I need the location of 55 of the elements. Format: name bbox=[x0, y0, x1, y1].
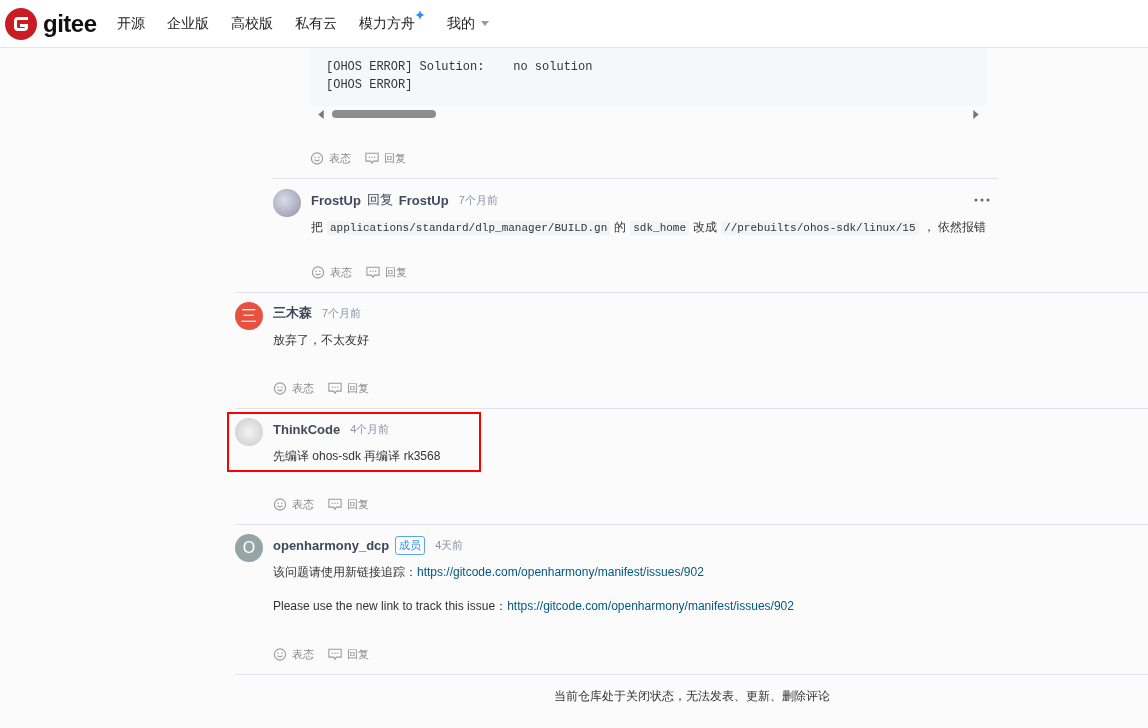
author-name[interactable]: FrostUp bbox=[398, 192, 449, 208]
more-icon[interactable] bbox=[974, 198, 990, 202]
nav-link[interactable]: 私有云 bbox=[294, 14, 337, 33]
comment-icon bbox=[365, 151, 379, 165]
react-button[interactable]: 表态 bbox=[311, 264, 352, 280]
nav-link[interactable]: 高校版 bbox=[230, 14, 273, 33]
author-name[interactable]: 三木森 bbox=[273, 304, 312, 322]
smiley-icon bbox=[273, 381, 287, 395]
smiley-icon bbox=[273, 647, 287, 661]
comment-text: 放弃了，不太友好 bbox=[273, 332, 370, 349]
scroll-right-icon bbox=[973, 109, 979, 119]
issue-link[interactable]: https://gitcode.com/openharmony/manifest/issues/902 bbox=[507, 599, 794, 613]
closed-notice: 当前仓库处于关闭状态，无法发表、更新、删除评论 bbox=[235, 674, 1148, 718]
comment-time: 7个月前 bbox=[458, 192, 498, 208]
smiley-icon bbox=[273, 497, 287, 511]
comment-icon bbox=[328, 647, 342, 661]
smiley-icon bbox=[310, 151, 324, 165]
comment-icon bbox=[328, 381, 342, 395]
reply-button[interactable]: 回复 bbox=[328, 646, 369, 662]
reply-button[interactable]: 回复 bbox=[366, 264, 407, 280]
comment-time: 4个月前 bbox=[350, 421, 390, 437]
reply-label: 回复 bbox=[366, 191, 393, 209]
author-name[interactable]: openharmony_dcp bbox=[273, 537, 390, 553]
nav-link[interactable]: 模力方舟 bbox=[358, 14, 425, 33]
nav-link[interactable]: 开源 bbox=[116, 14, 145, 33]
react-button[interactable]: 表态 bbox=[310, 150, 351, 166]
code-block: [OHOS ERROR] Solution: no solution [OHOS ERROR] bbox=[310, 48, 987, 106]
comment-text: 先编译 ohos-sdk 再编译 rk3568 bbox=[273, 448, 442, 465]
smiley-icon bbox=[311, 265, 325, 279]
comment-icon bbox=[328, 497, 342, 511]
sparkle-icon bbox=[414, 9, 425, 20]
comment-text: 把 applications/standard/dlp_manager/BUILD.gn 的 sdk_home 改成 //prebuilts/ohos-sdk/linux/15 ， 依然报错 bbox=[311, 219, 987, 237]
comment-time: 7个月前 bbox=[322, 305, 362, 321]
avatar-image[interactable] bbox=[273, 189, 301, 217]
logo-icon bbox=[5, 7, 37, 40]
scroll-left-icon bbox=[318, 109, 324, 119]
member-badge: 成员 bbox=[395, 535, 426, 555]
caret-icon bbox=[480, 20, 489, 26]
comment-text: 该问题请使用新链接追踪：https://gitcode.com/openharmony/manifest/issues/902 bbox=[273, 564, 705, 581]
nav-link[interactable]: 我的 bbox=[446, 14, 489, 33]
author-name[interactable]: FrostUp bbox=[311, 192, 361, 208]
reply-button[interactable]: 回复 bbox=[328, 380, 369, 396]
author-name[interactable]: ThinkCode bbox=[273, 421, 341, 437]
avatar[interactable]: 三 bbox=[235, 302, 263, 330]
issue-link[interactable]: https://gitcode.com/openharmony/manifest/issues/902 bbox=[417, 565, 704, 579]
react-button[interactable]: 表态 bbox=[273, 380, 314, 396]
react-button[interactable]: 表态 bbox=[273, 646, 314, 662]
logo-text[interactable]: gitee bbox=[43, 9, 97, 38]
comment-text: Please use the new link to track this issue：https://gitcode.com/openharmony/manifest/issues/902 bbox=[273, 598, 794, 615]
reply-button[interactable]: 回复 bbox=[365, 150, 406, 166]
comment-icon bbox=[366, 265, 380, 279]
reply-button[interactable]: 回复 bbox=[328, 496, 369, 512]
comment-time: 4天前 bbox=[435, 537, 464, 553]
react-button[interactable]: 表态 bbox=[273, 496, 314, 512]
nav-link[interactable]: 企业版 bbox=[166, 14, 209, 33]
